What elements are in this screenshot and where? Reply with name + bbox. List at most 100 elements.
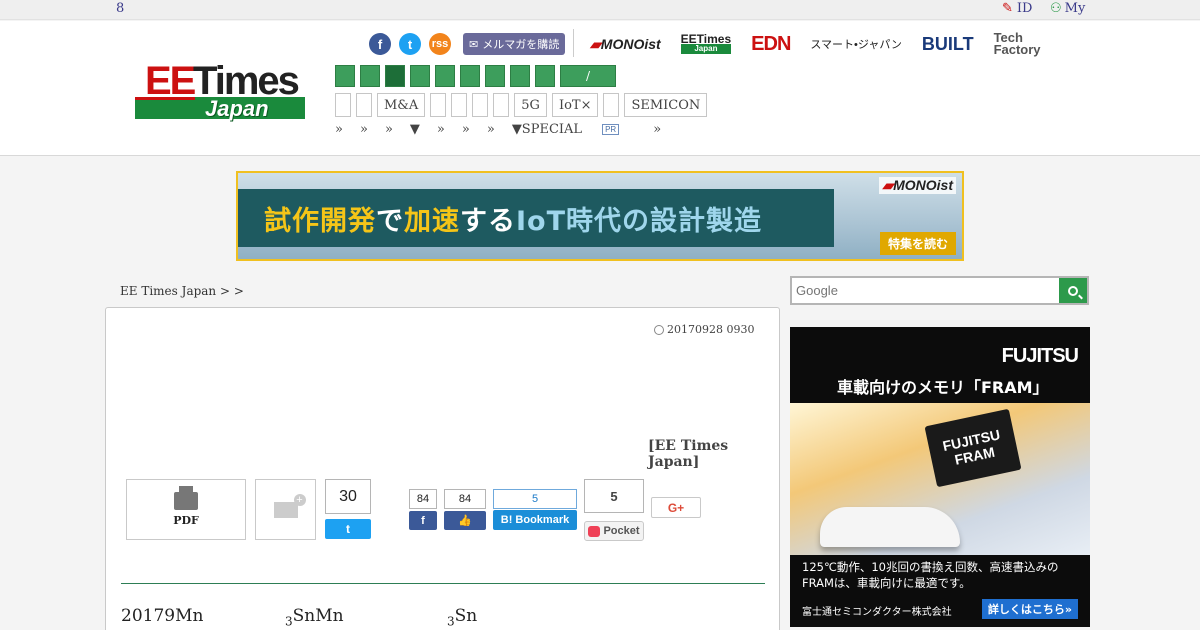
category-nav: / bbox=[335, 65, 616, 87]
partner-eetimes[interactable]: EETimes Japan bbox=[680, 32, 732, 54]
facebook-share-count: 84 bbox=[409, 489, 437, 509]
banner-brand-label: MONOist bbox=[893, 177, 953, 193]
partner-monoist-label: MONOist bbox=[600, 35, 661, 52]
like-button[interactable]: 👍 bbox=[444, 511, 486, 530]
search-button[interactable] bbox=[1059, 278, 1087, 303]
category-tab[interactable] bbox=[360, 65, 380, 87]
sub-nav-special[interactable]: ▼SPECIAL PR bbox=[512, 122, 636, 137]
banner-ad[interactable]: 試作開発で加速するIoT時代の設計製造 ▰MONOist 特集を読む bbox=[236, 171, 964, 261]
body-text-3-main: Sn bbox=[454, 606, 478, 626]
partner-edn[interactable]: EDN bbox=[751, 33, 791, 56]
body-text-1: 20179Mn bbox=[121, 606, 204, 626]
topic-tag-5g[interactable]: 5G bbox=[514, 93, 547, 117]
partner-monoist[interactable]: ▰MONOist bbox=[590, 36, 661, 53]
category-tab-slash[interactable]: / bbox=[560, 65, 616, 87]
category-tab[interactable] bbox=[410, 65, 430, 87]
side-ad-detail-button[interactable]: 詳しくはこちら» bbox=[981, 599, 1078, 619]
facebook-share-button[interactable]: f bbox=[409, 511, 437, 530]
pdf-label: PDF bbox=[173, 514, 199, 527]
side-ad-brand: FUJITSU bbox=[1001, 345, 1079, 367]
category-tab[interactable] bbox=[460, 65, 480, 87]
category-tab[interactable] bbox=[535, 65, 555, 87]
partner-factory-label: Factory bbox=[993, 42, 1041, 57]
rss-icon[interactable]: rss bbox=[429, 33, 451, 55]
category-tab-active[interactable] bbox=[385, 65, 405, 87]
partner-techfactory[interactable]: Tech Factory bbox=[993, 31, 1041, 57]
partner-eetimes-label: EETimes bbox=[680, 32, 732, 46]
logo-japan: Japan bbox=[205, 96, 269, 121]
pocket-button[interactable]: Pocket bbox=[584, 521, 644, 541]
side-ad-company: 富士通セミコンダクター株式会社 bbox=[802, 607, 952, 618]
sub-nav: » » » ▼ » » » ▼SPECIAL PR » bbox=[335, 122, 678, 137]
topic-tag[interactable] bbox=[335, 93, 351, 117]
sub-nav-item[interactable]: » bbox=[487, 122, 495, 137]
id-link[interactable]: ✎ ID bbox=[1002, 1, 1032, 16]
topic-tag[interactable] bbox=[451, 93, 468, 117]
user-icon: ⚇ bbox=[1050, 1, 1062, 16]
sub-nav-item[interactable]: ▼ bbox=[410, 122, 420, 137]
partner-built[interactable]: BUILT bbox=[922, 34, 974, 55]
sub-nav-item[interactable]: » bbox=[437, 122, 445, 137]
printer-icon bbox=[174, 486, 198, 510]
topic-tag-iot[interactable]: IoT× bbox=[551, 93, 599, 117]
pdf-button[interactable]: PDF bbox=[126, 479, 246, 540]
car-image bbox=[820, 507, 960, 547]
partner-smart-japan[interactable]: スマート•ジャパン bbox=[810, 36, 902, 52]
site-logo[interactable]: EE Times Japan bbox=[135, 49, 305, 121]
mail-add-button[interactable] bbox=[255, 479, 316, 540]
partner-sites: ▰MONOist EETimes Japan EDN スマート•ジャパン BUI… bbox=[590, 31, 1041, 57]
clock-icon bbox=[654, 324, 664, 335]
twitter-icon[interactable]: t bbox=[399, 33, 421, 55]
tweet-button[interactable]: t bbox=[325, 519, 371, 539]
body-text-2: 3SnMn bbox=[285, 606, 344, 628]
category-tab[interactable] bbox=[335, 65, 355, 87]
category-tab[interactable] bbox=[485, 65, 505, 87]
topic-tag[interactable] bbox=[472, 93, 489, 117]
article-date-text: 20170928 0930 bbox=[667, 323, 755, 336]
category-tab[interactable] bbox=[435, 65, 455, 87]
topic-tags: M&A 5G IoT× SEMICON bbox=[335, 93, 708, 117]
site-header: EE Times Japan f t rss ✉ メルマガを購読 ▰MONOis… bbox=[0, 21, 1200, 156]
topic-tag[interactable] bbox=[603, 93, 620, 117]
side-ad-body: 125℃動作、10兆回の書換え回数、高速書込みの FRAMは、車載向けに最適です… bbox=[802, 559, 1059, 591]
special-label: ▼SPECIAL bbox=[511, 122, 583, 137]
hatena-bookmark-button[interactable]: B! Bookmark bbox=[493, 510, 577, 530]
banner-copy-1: 試作開発 bbox=[264, 206, 376, 237]
like-count: 84 bbox=[444, 489, 486, 509]
search-input[interactable] bbox=[794, 280, 1058, 301]
hatena-count: 5 bbox=[493, 489, 577, 509]
banner-copy-2: で bbox=[376, 206, 404, 237]
banner-cta[interactable]: 特集を読む bbox=[879, 232, 956, 255]
category-tab[interactable] bbox=[510, 65, 530, 87]
sub-nav-item[interactable]: » bbox=[335, 122, 343, 137]
chip-image: FUJITSU FRAM bbox=[924, 408, 1022, 488]
newsletter-button[interactable]: ✉ メルマガを購読 bbox=[463, 33, 566, 55]
sub-nav-item[interactable]: » bbox=[360, 122, 368, 137]
sub-nav-item[interactable]: » bbox=[385, 122, 393, 137]
banner-copy: 試作開発で加速するIoT時代の設計製造 bbox=[264, 199, 762, 238]
breadcrumb[interactable]: EE Times Japan > > bbox=[120, 284, 244, 298]
sub-nav-item[interactable]: » bbox=[653, 122, 661, 137]
top-number: 8 bbox=[116, 1, 125, 16]
topic-tag-semicon[interactable]: SEMICON bbox=[624, 93, 708, 117]
banner-copy-4: する bbox=[460, 206, 516, 237]
logo-ee: EE bbox=[145, 59, 196, 103]
side-ad-body-2: FRAMは、車載向けに最適です。 bbox=[802, 576, 971, 590]
banner-copy-5: IoT時代の設計製造 bbox=[516, 206, 763, 237]
header-separator bbox=[573, 29, 574, 57]
topic-tag[interactable] bbox=[430, 93, 447, 117]
id-label: ID bbox=[1016, 1, 1033, 16]
banner-copy-3: 加速 bbox=[404, 206, 460, 237]
topic-tag[interactable] bbox=[493, 93, 510, 117]
my-link[interactable]: ⚇ My bbox=[1050, 1, 1085, 16]
facebook-icon[interactable]: f bbox=[369, 33, 391, 55]
pencil-icon: ✎ bbox=[1002, 1, 1013, 16]
body-text-2-main: SnMn bbox=[292, 606, 344, 626]
side-ad-body-1: 125℃動作、10兆回の書換え回数、高速書込みの bbox=[802, 560, 1059, 574]
sub-nav-item[interactable]: » bbox=[462, 122, 470, 137]
article-divider bbox=[121, 583, 765, 584]
topic-tag-ma[interactable]: M&A bbox=[377, 93, 426, 117]
google-plus-button[interactable]: G+ bbox=[651, 497, 701, 518]
topic-tag[interactable] bbox=[356, 93, 372, 117]
side-ad[interactable]: FUJITSU 車載向けのメモリ「FRAM」 FUJITSU FRAM 125℃… bbox=[790, 327, 1090, 627]
